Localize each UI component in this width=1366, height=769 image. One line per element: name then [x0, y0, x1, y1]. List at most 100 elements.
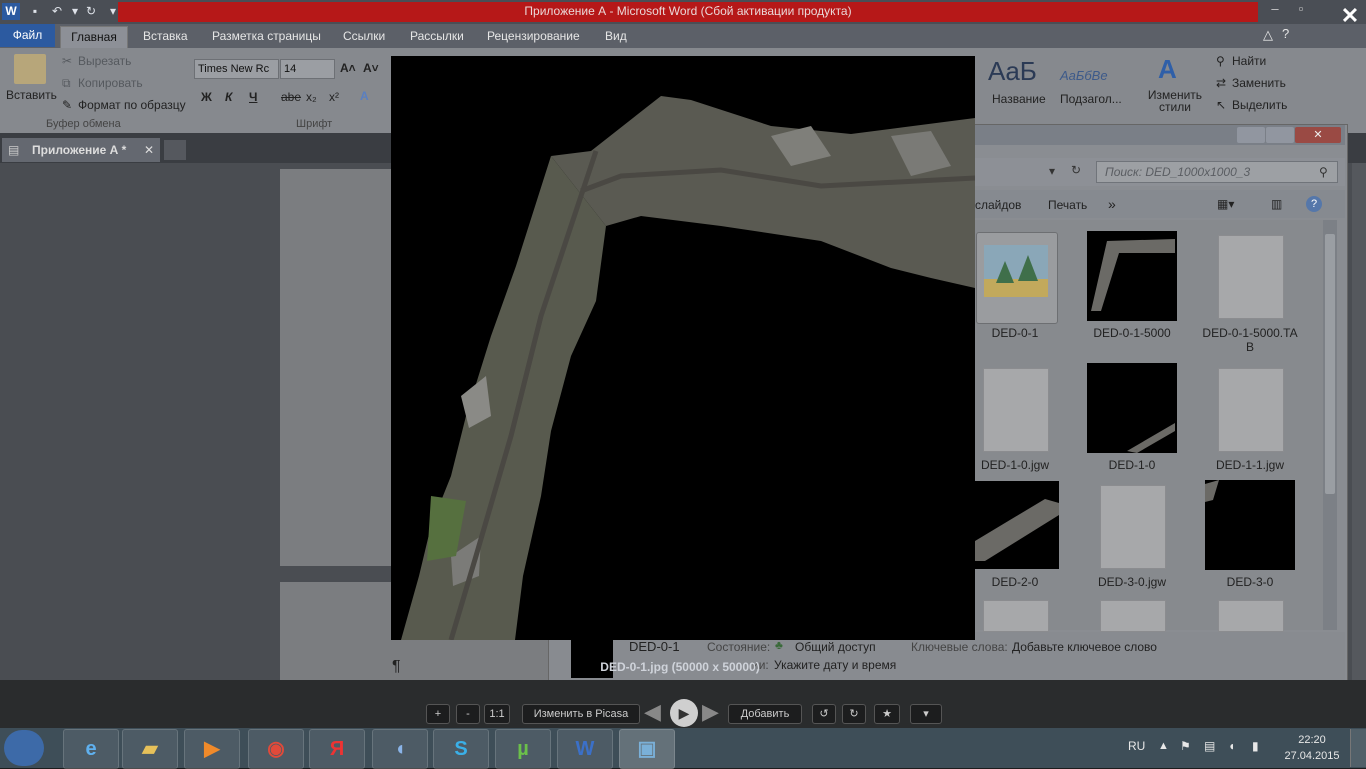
file-thumb-picture[interactable] [976, 232, 1058, 324]
flag-icon[interactable]: ⚑ [1180, 739, 1191, 753]
change-styles-button[interactable]: Изменить стили [1147, 89, 1203, 113]
tab-references[interactable]: Ссылки [343, 29, 385, 43]
file-thumb-dark[interactable] [1205, 480, 1295, 570]
file-thumb-blank[interactable] [1218, 235, 1284, 319]
shrink-font-icon[interactable]: A˅ [363, 61, 379, 75]
speaker-app-icon[interactable]: ◖ [372, 729, 428, 769]
file-thumb-blank[interactable] [1100, 485, 1166, 569]
file-thumb-map[interactable] [1087, 231, 1177, 321]
select-cursor-icon[interactable]: ↖ [1216, 98, 1226, 112]
strikethrough-button[interactable]: abe [281, 90, 301, 104]
rotate-left-icon[interactable]: ↺ [812, 704, 836, 724]
skype-icon[interactable]: S [433, 729, 489, 769]
file-label[interactable]: DED-0-1-5000.TA B [1195, 326, 1305, 354]
file-thumb-blank[interactable] [1218, 368, 1284, 452]
word-app-icon[interactable]: W [2, 3, 20, 20]
start-button[interactable] [4, 730, 44, 766]
show-desktop-button[interactable] [1350, 729, 1366, 767]
style-subtitle-sample[interactable]: АаБбВе [1060, 68, 1108, 83]
signal-icon[interactable]: ▮ [1252, 739, 1259, 753]
cut-button[interactable]: Вырезать [78, 54, 131, 68]
tab-insert[interactable]: Вставка [143, 29, 188, 43]
superscript-button[interactable]: x² [329, 90, 339, 104]
grow-font-icon[interactable]: A˄ [340, 61, 356, 75]
photo-viewer-image[interactable] [391, 56, 975, 640]
explorer-help-icon[interactable]: ? [1306, 196, 1322, 212]
explorer-minimize-icon[interactable] [1237, 127, 1265, 143]
explorer-icon[interactable]: ▰ [122, 729, 178, 769]
tab-view[interactable]: Вид [605, 29, 627, 43]
chrome-icon[interactable]: ◉ [248, 729, 304, 769]
file-thumb-blank[interactable] [1100, 600, 1166, 632]
explorer-search-input[interactable]: Поиск: DED_1000x1000_3 ⚲ [1096, 161, 1338, 183]
italic-button[interactable]: К [225, 90, 232, 104]
clock-time[interactable]: 22:20 [1280, 734, 1344, 746]
paste-button[interactable]: Вставить [6, 88, 57, 102]
undo-icon[interactable]: ↶ [48, 3, 66, 20]
scissors-icon[interactable]: ✂ [62, 54, 72, 68]
replace-icon[interactable]: ⇄ [1216, 76, 1226, 90]
file-thumb-blank[interactable] [983, 368, 1049, 452]
clock-date[interactable]: 27.04.2015 [1280, 750, 1344, 762]
file-thumb-dark[interactable] [1087, 363, 1177, 453]
minimize-icon[interactable]: – [1262, 0, 1288, 20]
edit-in-picasa-button[interactable]: Изменить в Picasa [522, 704, 640, 724]
file-label[interactable]: DED-3-0.jgw [1077, 575, 1187, 589]
subscript-button[interactable]: x₂ [306, 90, 317, 104]
slideshow-button[interactable]: слайдов [975, 198, 1021, 212]
file-label[interactable]: DED-0-1 [960, 326, 1070, 340]
file-label[interactable]: DED-1-0.jgw [960, 458, 1070, 472]
select-button[interactable]: Выделить [1232, 98, 1287, 112]
bold-button[interactable]: Ж [201, 90, 212, 104]
new-tab-icon[interactable] [164, 140, 186, 160]
file-label[interactable]: DED-3-0 [1195, 575, 1305, 589]
more-menu-icon[interactable]: ▾ [910, 704, 942, 724]
word-scrollbar[interactable] [1352, 163, 1366, 680]
paste-icon[interactable] [14, 54, 46, 84]
volume-icon[interactable]: ◖ [1228, 739, 1235, 753]
file-thumb-blank[interactable] [1218, 600, 1284, 632]
style-title-sample[interactable]: AaБ [988, 56, 1037, 87]
file-label[interactable]: DED-0-1-5000 [1077, 326, 1187, 340]
collapse-ribbon-icon[interactable]: △ [1263, 27, 1273, 43]
add-button[interactable]: Добавить [728, 704, 802, 724]
tab-review[interactable]: Рецензирование [487, 29, 580, 43]
zoom-in-button[interactable]: + [426, 704, 450, 724]
view-options-icon[interactable]: ▦▾ [1217, 197, 1234, 211]
close-tab-icon[interactable]: ✕ [144, 138, 154, 162]
replace-button[interactable]: Заменить [1232, 76, 1286, 90]
file-label[interactable]: DED-1-0 [1077, 458, 1187, 472]
format-painter-icon[interactable]: ✎ [62, 98, 72, 112]
details-keywords-value[interactable]: Добавьте ключевое слово [1012, 640, 1157, 654]
find-button[interactable]: Найти [1232, 54, 1266, 68]
preview-pane-icon[interactable]: ▥ [1271, 197, 1282, 211]
font-name-box[interactable]: Times New Rc [194, 59, 279, 79]
file-thumb-map[interactable] [975, 481, 1059, 569]
word-icon[interactable]: W [557, 729, 613, 769]
star-icon[interactable]: ★ [874, 704, 900, 724]
help-icon[interactable]: ? [1282, 26, 1289, 41]
zoom-out-button[interactable]: - [456, 704, 480, 724]
refresh-icon[interactable]: ↻ [1071, 163, 1081, 177]
document-tab[interactable]: ▤ Приложение А * ✕ [2, 138, 160, 162]
network-device-icon[interactable]: ▤ [1204, 739, 1215, 753]
details-state-value[interactable]: Общий доступ [795, 640, 876, 654]
address-dropdown-icon[interactable]: ▾ [1049, 164, 1055, 178]
file-label[interactable]: DED-1-1.jgw [1195, 458, 1305, 472]
tab-file[interactable]: Файл [0, 24, 55, 47]
underline-button[interactable]: Ч [249, 90, 257, 104]
maximize-icon[interactable]: ▫ [1288, 0, 1314, 20]
show-hidden-icons[interactable]: ▲ [1158, 740, 1169, 752]
tab-home[interactable]: Главная [60, 26, 128, 49]
play-icon[interactable]: ▶ [670, 699, 698, 727]
find-icon[interactable]: ⚲ [1216, 54, 1225, 68]
file-label[interactable]: DED-2-0 [960, 575, 1070, 589]
change-styles-icon[interactable]: A [1158, 54, 1177, 85]
format-painter-button[interactable]: Формат по образцу [78, 98, 186, 112]
tab-page-layout[interactable]: Разметка страницы [212, 29, 321, 43]
explorer-close-icon[interactable]: ✕ [1295, 127, 1341, 143]
scrollbar-thumb[interactable] [1325, 234, 1335, 494]
rotate-right-icon[interactable]: ↻ [842, 704, 866, 724]
utorrent-icon[interactable]: µ [495, 729, 551, 769]
save-icon[interactable]: ▪ [26, 3, 44, 20]
